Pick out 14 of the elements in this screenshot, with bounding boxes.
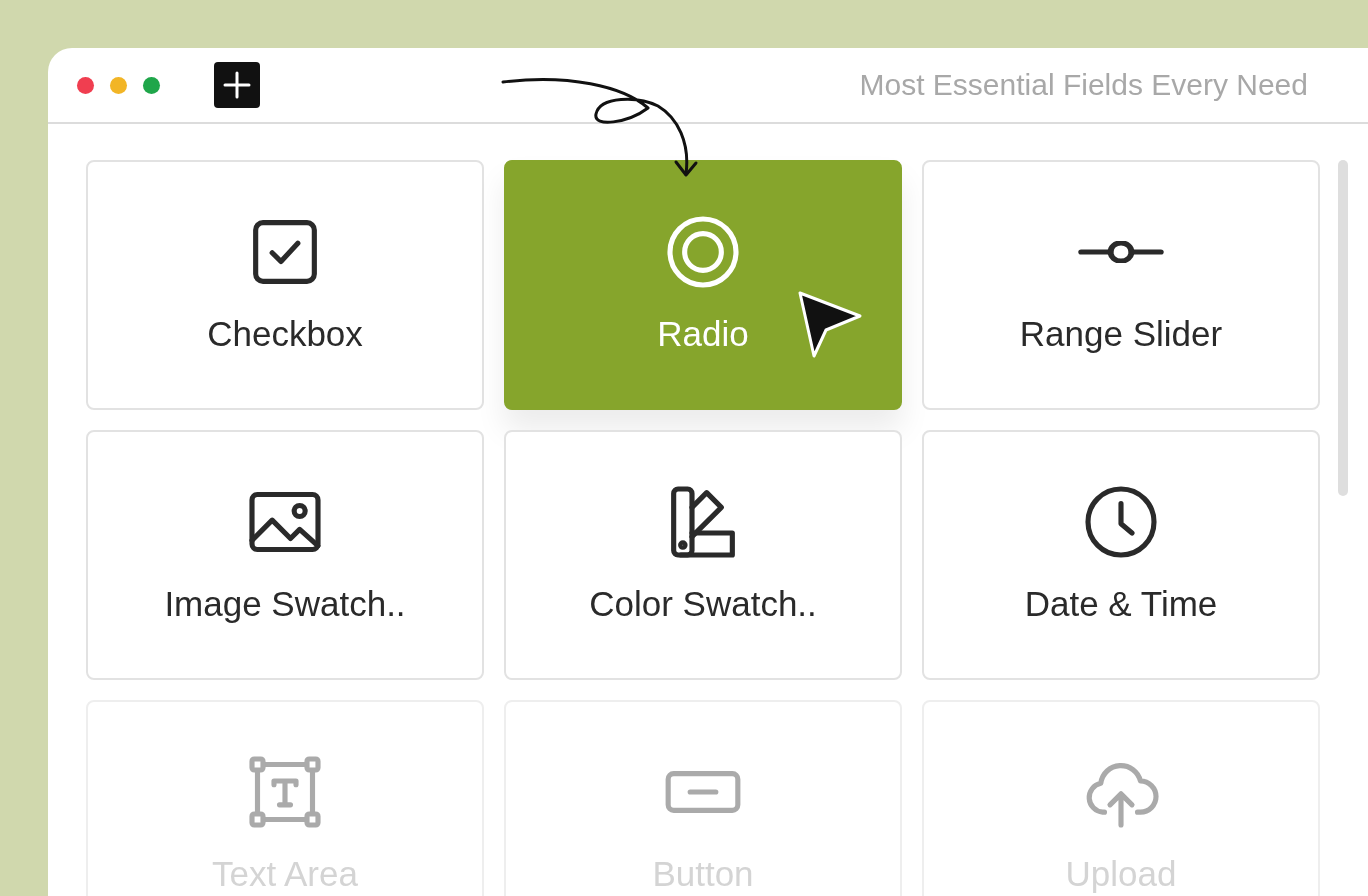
slider-icon <box>1077 241 1165 263</box>
field-type-card[interactable]: Image Swatch.. <box>86 430 484 680</box>
plus-icon <box>222 70 252 100</box>
scrollbar-thumb[interactable] <box>1338 160 1348 496</box>
minimize-button[interactable] <box>110 76 127 94</box>
field-type-card[interactable]: Color Swatch.. <box>504 430 902 680</box>
mouse-cursor-icon <box>798 291 862 358</box>
maximize-button[interactable] <box>143 76 160 94</box>
add-button[interactable] <box>214 62 260 108</box>
field-type-card[interactable]: Checkbox <box>86 160 484 410</box>
window-title: Most Essential Fields Every Need <box>859 68 1308 102</box>
field-type-card[interactable]: Range Slider <box>922 160 1320 410</box>
field-type-card[interactable]: Date & Time <box>922 430 1320 680</box>
close-button[interactable] <box>77 76 94 94</box>
